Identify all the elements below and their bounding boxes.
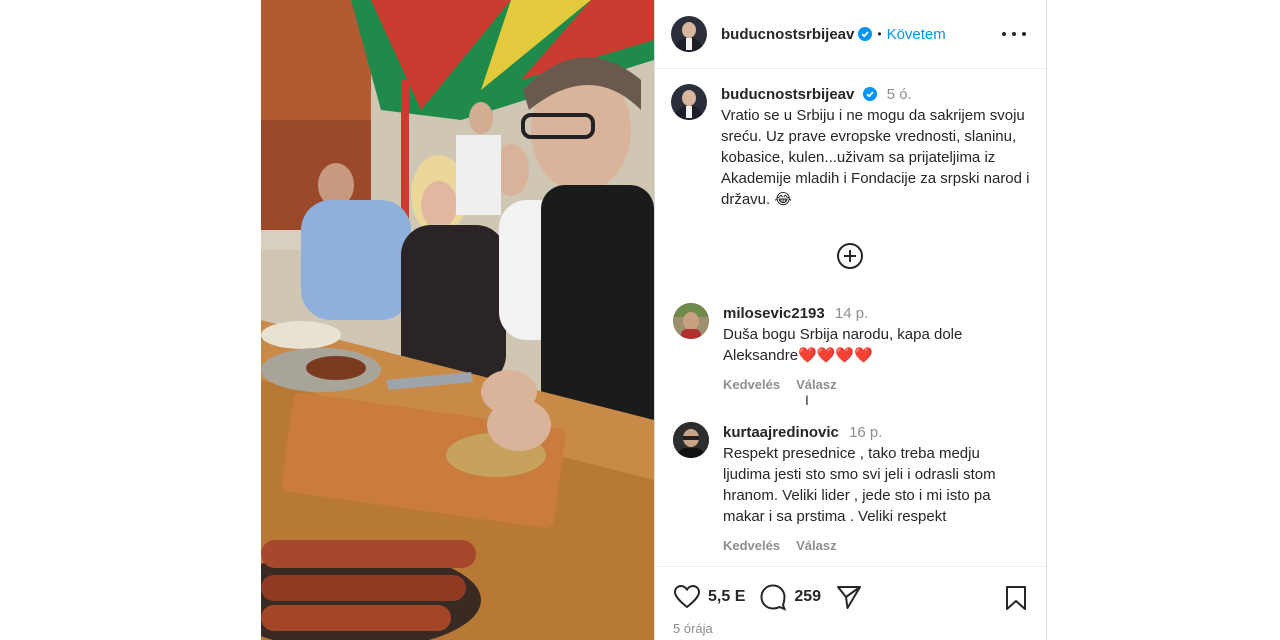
likes-count[interactable]: 5,5 E [708, 588, 745, 606]
comment-icon[interactable] [759, 583, 787, 611]
following-button[interactable]: Követem [887, 26, 946, 43]
comment-item: kurtaajredinovic 16 p. Respekt presednic… [673, 422, 1033, 556]
post-actions-bar: 5,5 E 259 5 órája [655, 566, 1048, 640]
caption-avatar[interactable] [671, 84, 707, 120]
post-side-panel: buducnostsrbijeav • Követem buducnostsrb… [654, 0, 1048, 640]
plus-circle-icon[interactable] [836, 242, 864, 270]
comment-username[interactable]: kurtaajredinovic [723, 424, 839, 441]
commenter-avatar[interactable] [673, 303, 709, 339]
like-comment-button[interactable]: Kedvelés [723, 374, 780, 395]
like-comment-button[interactable]: Kedvelés [723, 535, 780, 556]
comment-time[interactable]: 14 p. [835, 305, 868, 322]
comment-item: milosevic2193 14 p. Duša bogu Srbija nar… [673, 303, 1033, 395]
caption-text: Vratio se u Srbiju i ne mogu da sakrijem… [721, 107, 1030, 208]
caption-time[interactable]: 5 ó. [887, 86, 912, 103]
reply-button[interactable]: Válasz [796, 535, 836, 556]
comment-text: Duša bogu Srbija narodu, kapa dole Aleks… [723, 326, 963, 364]
commenter-avatar[interactable] [673, 422, 709, 458]
more-icon[interactable] [1002, 24, 1026, 44]
author-avatar[interactable] [671, 16, 707, 52]
comment-text: Respekt presednice , tako treba medju lj… [723, 445, 996, 525]
share-icon[interactable] [835, 583, 863, 611]
reply-button[interactable]: Válasz [796, 374, 836, 395]
comments-count[interactable]: 259 [794, 588, 821, 606]
bookmark-icon[interactable] [1004, 585, 1028, 611]
comment-username[interactable]: milosevic2193 [723, 305, 825, 322]
separator-dot: • [877, 27, 882, 41]
verified-icon [858, 27, 873, 41]
post-image[interactable] [261, 0, 654, 640]
caption-username[interactable]: buducnostsrbijeav [721, 86, 854, 103]
verified-icon [862, 87, 877, 101]
post-container: buducnostsrbijeav • Követem buducnostsrb… [261, 0, 1048, 640]
photo-scene [261, 0, 654, 640]
post-timestamp[interactable]: 5 órája [673, 621, 713, 636]
text-cursor-icon: I [805, 392, 809, 408]
comment-time[interactable]: 16 p. [849, 424, 882, 441]
author-username[interactable]: buducnostsrbijeav [721, 26, 854, 43]
heart-icon[interactable] [673, 583, 701, 611]
post-caption: buducnostsrbijeav 5 ó. Vratio se u Srbij… [671, 84, 1031, 210]
post-header: buducnostsrbijeav • Követem [655, 0, 1046, 69]
